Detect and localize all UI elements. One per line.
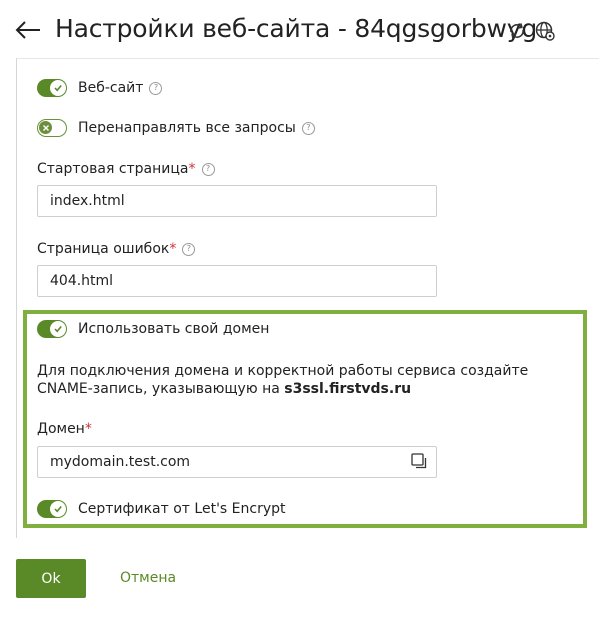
required-mark: * xyxy=(84,421,92,437)
check-icon xyxy=(54,84,62,92)
start-page-label: Стартовая страница * ? xyxy=(37,161,215,177)
page-header: Настройки веб-сайта - 84qgsgorbwyg xyxy=(0,0,599,60)
custom-domain-section xyxy=(23,310,587,528)
help-icon[interactable]: ? xyxy=(149,81,163,95)
ok-button[interactable]: Ok xyxy=(16,559,86,598)
check-icon xyxy=(54,505,62,513)
help-icon[interactable]: ? xyxy=(182,242,196,256)
globe-settings-icon[interactable] xyxy=(534,20,556,42)
domain-label: Домен * xyxy=(37,421,92,437)
check-icon xyxy=(54,325,62,333)
redirect-all-toggle[interactable] xyxy=(37,119,67,137)
domain-input[interactable] xyxy=(37,446,437,478)
custom-domain-label: Использовать свой домен xyxy=(78,321,270,337)
cross-icon xyxy=(42,124,49,131)
copy-icon[interactable] xyxy=(409,451,429,471)
redirect-all-label: Перенаправлять все запросы xyxy=(78,120,296,136)
error-page-input[interactable] xyxy=(37,265,437,297)
custom-domain-toggle[interactable] xyxy=(37,320,67,338)
error-page-label: Страница ошибок * ? xyxy=(37,241,196,257)
website-toggle[interactable] xyxy=(37,79,67,97)
help-icon[interactable]: ? xyxy=(301,121,315,135)
cancel-link[interactable]: Отмена xyxy=(120,570,176,586)
page-title: Настройки веб-сайта - 84qgsgorbwyg xyxy=(55,14,537,43)
cname-target-host: s3ssl.firstvds.ru xyxy=(284,381,412,397)
required-mark: * xyxy=(188,161,196,177)
certificate-toggle-row: Сертификат от Let's Encrypt xyxy=(37,500,286,518)
website-toggle-label: Веб-сайт xyxy=(78,80,144,96)
redirect-toggle-row: Перенаправлять все запросы ? xyxy=(37,119,315,137)
website-toggle-row: Веб-сайт ? xyxy=(37,79,163,97)
back-arrow-icon[interactable] xyxy=(14,18,42,42)
custom-domain-toggle-row: Использовать свой домен xyxy=(37,320,269,338)
certificate-label: Сертификат от Let's Encrypt xyxy=(78,501,286,517)
refresh-icon[interactable] xyxy=(506,20,528,42)
help-icon[interactable]: ? xyxy=(201,162,215,176)
certificate-toggle[interactable] xyxy=(37,500,67,518)
required-mark: * xyxy=(169,241,177,257)
start-page-input[interactable] xyxy=(37,185,437,217)
cname-info-text: Для подключения домена и корректной рабо… xyxy=(37,363,529,397)
